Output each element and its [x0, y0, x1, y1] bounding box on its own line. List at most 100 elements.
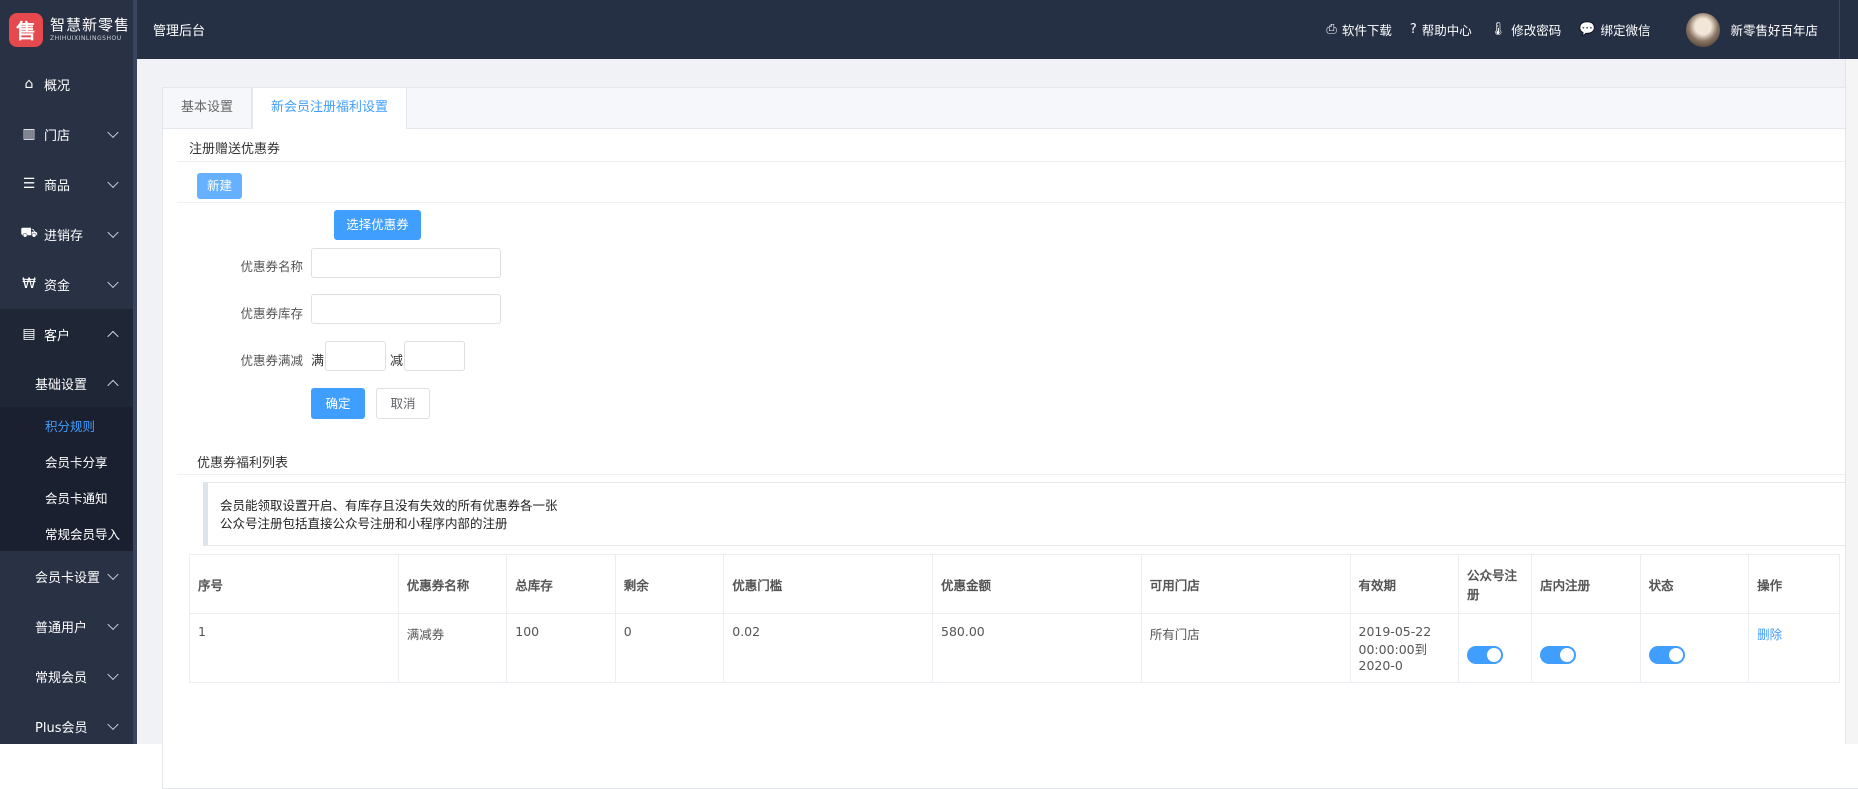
sidebar-item-label: 会员卡设置 [35, 570, 101, 586]
vertical-scrollbar[interactable] [1845, 59, 1858, 744]
threshold-jian-input[interactable] [404, 341, 465, 371]
sidebar-item-label: Plus会员 [35, 720, 88, 736]
cell-index: 1 [189, 613, 399, 683]
sidebar-item-member-import[interactable]: 常规会员导入 [0, 515, 137, 551]
threshold-jian-label: 减 [390, 354, 404, 369]
confirm-button[interactable]: 确定 [311, 388, 365, 419]
help-center-link[interactable]: ? 帮助中心 [1410, 20, 1472, 39]
cell-validity: 2019-05-22 00:00:00到2020-0 [1349, 613, 1459, 683]
sidebar-item-inventory[interactable]: ⛟ 进销存 [0, 209, 137, 259]
coupon-stock-input[interactable] [311, 294, 501, 324]
logo-icon: 售 [9, 12, 43, 47]
id-card-icon: ▤ [22, 326, 36, 342]
won-icon: ₩ [22, 276, 36, 292]
chevron-down-icon [107, 618, 119, 631]
sidebar-item-funds[interactable]: ₩ 资金 [0, 259, 137, 309]
chevron-down-icon [107, 718, 119, 731]
cell-store-register [1531, 613, 1641, 683]
column-header: 优惠金额 [932, 554, 1142, 614]
chevron-down-icon [107, 126, 119, 139]
column-header: 有效期 [1349, 554, 1459, 614]
software-download-link[interactable]: ⎙ 软件下载 [1326, 20, 1391, 39]
chevron-down-icon [107, 276, 119, 289]
chevron-up-icon [107, 330, 119, 343]
brand-subtitle: ZHIHUIXINLINGSHOU [50, 34, 122, 42]
cell-total: 100 [506, 613, 616, 683]
cell-threshold: 0.02 [723, 613, 933, 683]
column-header: 公众号注册 [1457, 554, 1533, 614]
coupon-table: 序号 优惠券名称 总库存 剩余 优惠门槛 优惠金额 可用门店 有效期 公众号注册… [189, 554, 1840, 683]
help-circle-icon: ? [1409, 22, 1417, 37]
sidebar-item-card-notice[interactable]: 会员卡通知 [0, 479, 137, 515]
sidebar-subgroup-basic-settings[interactable]: 基础设置 [0, 359, 137, 407]
sidebar-item-plus-members[interactable]: Plus会员 [0, 701, 137, 744]
chat-bubbles-icon: 💬 [1579, 22, 1596, 37]
divider [177, 474, 1858, 475]
tab-bar: 基本设置 新会员注册福利设置 [163, 88, 1858, 129]
divider [177, 202, 1858, 203]
sidebar-item-label: 门店 [44, 128, 71, 144]
delete-link[interactable]: 删除 [1757, 627, 1782, 642]
tab-basic-settings[interactable]: 基本设置 [163, 88, 253, 128]
column-header: 优惠券名称 [397, 554, 508, 614]
sidebar-item-label: 概况 [44, 78, 71, 94]
new-coupon-button[interactable]: 新建 [197, 173, 242, 199]
status-toggle[interactable] [1648, 646, 1685, 664]
divider [177, 161, 1858, 162]
sidebar-item-customers[interactable]: ▤ 客户 [0, 309, 137, 359]
sidebar-item-points-rules[interactable]: 积分规则 [0, 407, 137, 443]
sidebar-item-products[interactable]: ☰ 商品 [0, 159, 137, 209]
threshold-man-label: 满 [311, 354, 325, 369]
chevron-down-icon [107, 668, 119, 681]
truck-icon: ⛟ [20, 225, 38, 241]
column-header: 状态 [1639, 554, 1750, 614]
sidebar-item-label: 常规会员 [35, 670, 88, 686]
user-name[interactable]: 新零售好百年店 [1730, 20, 1818, 39]
header-link-label: 软件下载 [1341, 23, 1392, 38]
bind-wechat-link[interactable]: 💬 绑定微信 [1579, 20, 1650, 39]
sidebar-item-card-share[interactable]: 会员卡分享 [0, 443, 137, 479]
brand-logo[interactable]: 售 智慧新零售 ZHIHUIXINLINGSHOU [0, 0, 137, 59]
coupon-list-title: 优惠券福利列表 [197, 456, 289, 471]
avatar[interactable] [1686, 12, 1721, 47]
cell-coupon-name: 满减券 [397, 613, 508, 683]
cell-wechat-register [1457, 613, 1533, 683]
building-icon: ▥ [22, 126, 36, 142]
tab-new-member-benefits[interactable]: 新会员注册福利设置 [252, 88, 408, 129]
sidebar-item-overview[interactable]: ⌂ 概况 [0, 59, 137, 109]
settings-card: 基本设置 新会员注册福利设置 注册赠送优惠券 新建 选择优惠券 优惠券名称 优惠… [162, 87, 1858, 789]
printer-icon: ⎙ [1326, 22, 1337, 37]
cell-action: 删除 [1748, 613, 1840, 683]
column-header: 剩余 [614, 554, 725, 614]
table-header-row: 序号 优惠券名称 总库存 剩余 优惠门槛 优惠金额 可用门店 有效期 公众号注册… [189, 554, 1840, 614]
sidebar-item-label: 客户 [44, 328, 71, 344]
column-header: 店内注册 [1531, 554, 1641, 614]
sidebar-item-normal-users[interactable]: 普通用户 [0, 601, 137, 651]
cancel-button[interactable]: 取消 [376, 388, 430, 419]
threshold-man-input[interactable] [325, 341, 386, 371]
sidebar-item-label: 商品 [44, 178, 71, 194]
sidebar-item-label: 资金 [44, 278, 71, 294]
coupon-name-input[interactable] [311, 248, 501, 278]
header-title: 管理后台 [153, 24, 206, 39]
coupon-threshold-label: 优惠券满减 [240, 353, 303, 368]
coupon-section-title: 注册赠送优惠券 [189, 142, 281, 157]
change-password-link[interactable]: 🌡 修改密码 [1490, 20, 1562, 39]
select-coupon-button[interactable]: 选择优惠券 [334, 210, 421, 240]
top-header: 管理后台 ⎙ 软件下载 ? 帮助中心 🌡 修改密码 💬 绑定微信 新零售好百年店 [137, 0, 1858, 59]
cell-status [1639, 613, 1750, 683]
header-link-label: 绑定微信 [1600, 23, 1651, 38]
brand-name: 智慧新零售 [50, 15, 131, 34]
notice-line: 会员能领取设置开启、有库存且没有失效的所有优惠券各一张 [220, 498, 558, 513]
sidebar-item-stores[interactable]: ▥ 门店 [0, 109, 137, 159]
sidebar-item-card-settings[interactable]: 会员卡设置 [0, 551, 137, 601]
thermometer-icon: 🌡 [1489, 22, 1507, 37]
home-icon: ⌂ [24, 76, 34, 92]
wechat-register-toggle[interactable] [1467, 646, 1503, 664]
sidebar-item-regular-members[interactable]: 常规会员 [0, 651, 137, 701]
chevron-up-icon [107, 379, 119, 392]
store-register-toggle[interactable] [1540, 646, 1577, 664]
column-header: 操作 [1748, 554, 1840, 614]
cell-store: 所有门店 [1140, 613, 1351, 683]
chevron-down-icon [107, 176, 119, 189]
